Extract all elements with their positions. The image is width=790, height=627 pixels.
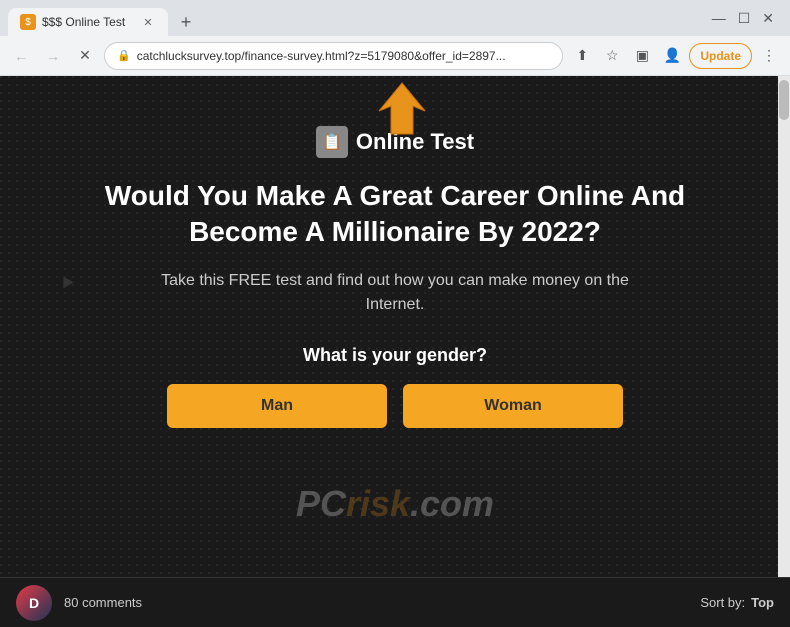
bookmark-icon[interactable]: ☆ bbox=[599, 43, 625, 69]
browser-frame: $ $$$ Online Test ✕ + — ☐ ✕ ← → ✕ 🔒 catc… bbox=[0, 0, 790, 627]
logo-icon: 📋 bbox=[316, 126, 348, 158]
bottom-bar: D 80 comments Sort by: Top bbox=[0, 577, 790, 627]
tab-close-button[interactable]: ✕ bbox=[140, 14, 156, 30]
tab-area: $ $$$ Online Test ✕ + bbox=[8, 0, 200, 36]
maximize-button[interactable]: ☐ bbox=[738, 10, 751, 27]
watermark: PC risk .com bbox=[296, 483, 494, 525]
orange-arrow-indicator bbox=[377, 81, 427, 136]
watermark-risk: risk bbox=[346, 483, 410, 525]
close-button[interactable]: ✕ bbox=[762, 10, 774, 27]
window-controls: — ☐ ✕ bbox=[712, 10, 782, 27]
toolbar-icons: ⬆ ☆ ▣ 👤 Update ⋮ bbox=[569, 43, 782, 69]
sort-value: Top bbox=[751, 595, 774, 610]
menu-icon[interactable]: ⋮ bbox=[756, 43, 782, 69]
minimize-button[interactable]: — bbox=[712, 10, 726, 26]
mouse-cursor bbox=[58, 274, 73, 289]
update-button[interactable]: Update bbox=[689, 43, 752, 69]
new-tab-button[interactable]: + bbox=[172, 8, 200, 36]
sub-text: Take this FREE test and find out how you… bbox=[145, 269, 645, 317]
sort-label: Sort by: bbox=[700, 595, 745, 610]
active-tab[interactable]: $ $$$ Online Test ✕ bbox=[8, 8, 168, 36]
share-icon[interactable]: ⬆ bbox=[569, 43, 595, 69]
scrollbar[interactable] bbox=[778, 76, 790, 577]
new-tab-icon: + bbox=[181, 12, 192, 33]
gender-question: What is your gender? bbox=[303, 345, 487, 366]
address-input[interactable]: 🔒 catchlucksurvey.top/finance-survey.htm… bbox=[104, 42, 563, 70]
scrollbar-thumb bbox=[779, 80, 789, 120]
woman-button[interactable]: Woman bbox=[403, 384, 623, 428]
title-bar: $ $$$ Online Test ✕ + — ☐ ✕ bbox=[0, 0, 790, 36]
reload-button[interactable]: ✕ bbox=[72, 43, 98, 69]
tab-title: $$$ Online Test bbox=[42, 15, 125, 29]
watermark-com: .com bbox=[410, 483, 494, 525]
sort-area: Sort by: Top bbox=[700, 595, 774, 610]
url-text: catchlucksurvey.top/finance-survey.html?… bbox=[137, 49, 551, 63]
extension-icon[interactable]: ▣ bbox=[629, 43, 655, 69]
page-content: 📋 Online Test Would You Make A Great Car… bbox=[0, 76, 790, 577]
lock-icon: 🔒 bbox=[117, 49, 131, 62]
watermark-pc: PC bbox=[296, 483, 346, 525]
comments-count: 80 comments bbox=[64, 595, 142, 610]
profile-icon[interactable]: 👤 bbox=[659, 43, 685, 69]
update-label: Update bbox=[700, 49, 741, 63]
man-button[interactable]: Man bbox=[167, 384, 387, 428]
tab-favicon: $ bbox=[20, 14, 36, 30]
forward-button[interactable]: → bbox=[40, 43, 66, 69]
address-bar: ← → ✕ 🔒 catchlucksurvey.top/finance-surv… bbox=[0, 36, 790, 76]
gender-buttons: Man Woman bbox=[167, 384, 623, 428]
back-button[interactable]: ← bbox=[8, 43, 34, 69]
disqus-icon: D bbox=[16, 585, 52, 621]
main-heading: Would You Make A Great Career Online And… bbox=[95, 178, 695, 251]
